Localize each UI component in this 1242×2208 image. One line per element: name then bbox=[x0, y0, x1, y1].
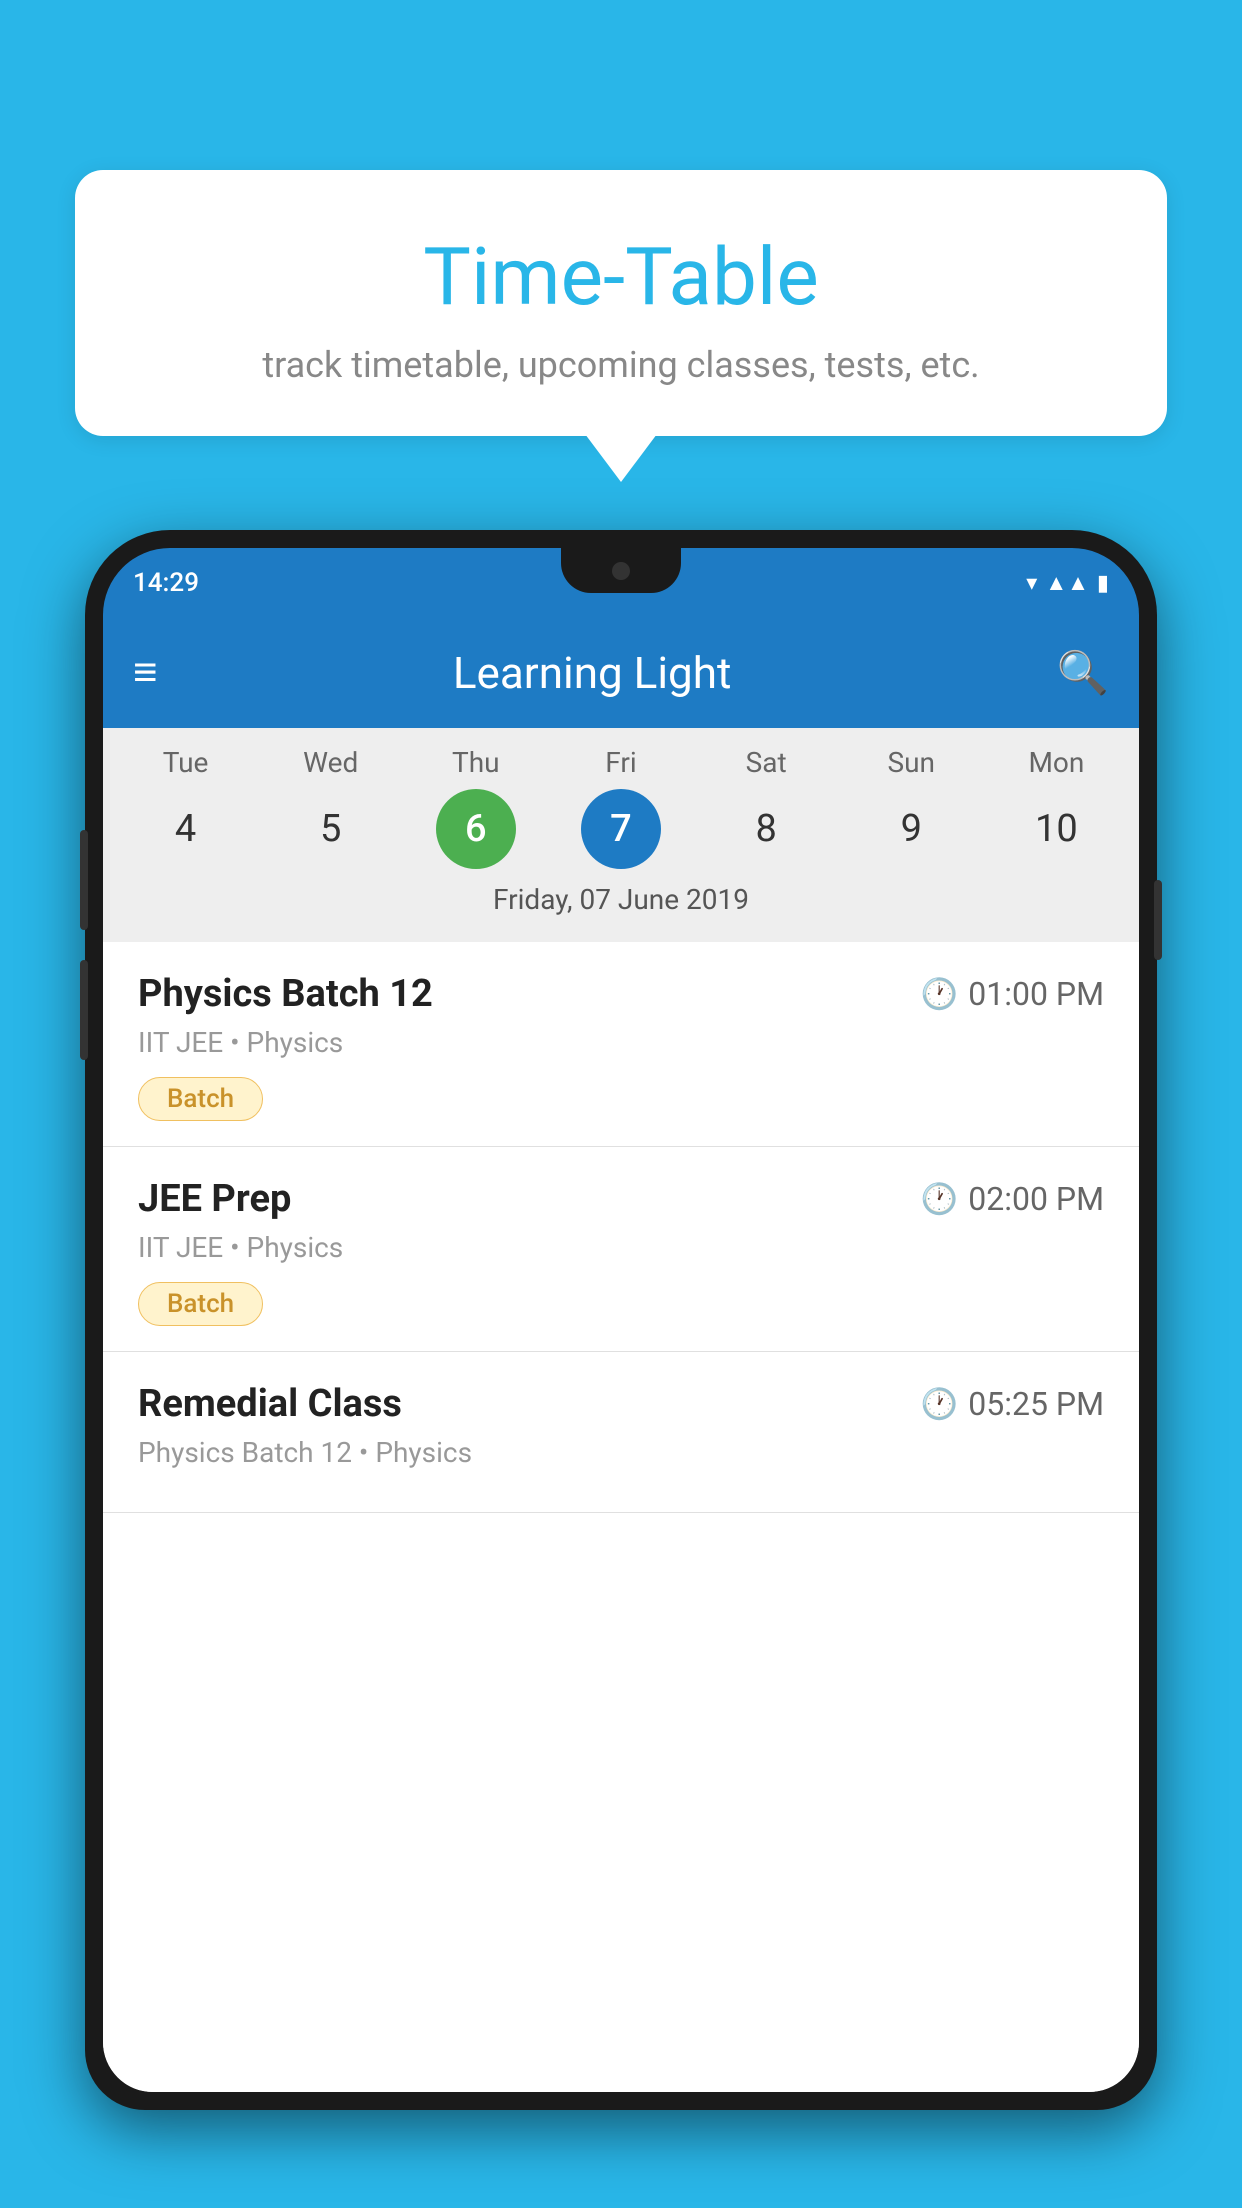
day-9[interactable]: 9 bbox=[871, 789, 951, 869]
day-label-tue: Tue bbox=[146, 746, 226, 779]
day-4[interactable]: 4 bbox=[146, 789, 226, 869]
batch-badge-1: Batch bbox=[138, 1077, 263, 1121]
clock-icon-3: 🕐 bbox=[921, 1387, 958, 1422]
wifi-icon: ▾ bbox=[1026, 571, 1037, 596]
day-6-today[interactable]: 6 bbox=[436, 789, 516, 869]
schedule-item-2-subtitle: IIT JEE • Physics bbox=[138, 1231, 1104, 1264]
search-icon[interactable]: 🔍 bbox=[1057, 649, 1109, 698]
volume-down-button[interactable] bbox=[80, 960, 88, 1060]
day-label-mon: Mon bbox=[1016, 746, 1096, 779]
schedule-item-1-title: Physics Batch 12 bbox=[138, 972, 433, 1016]
schedule-list: Physics Batch 12 🕐 01:00 PM IIT JEE • Ph… bbox=[103, 942, 1139, 2092]
day-8[interactable]: 8 bbox=[726, 789, 806, 869]
signal-icon: ▲▲ bbox=[1045, 570, 1089, 596]
schedule-item-1-header: Physics Batch 12 🕐 01:00 PM bbox=[138, 972, 1104, 1016]
schedule-item-1-subtitle: IIT JEE • Physics bbox=[138, 1026, 1104, 1059]
status-icons: ▾ ▲▲ ▮ bbox=[1026, 570, 1109, 596]
volume-up-button[interactable] bbox=[80, 830, 88, 930]
day-label-sat: Sat bbox=[726, 746, 806, 779]
selected-date-label: Friday, 07 June 2019 bbox=[103, 869, 1139, 932]
day-label-sun: Sun bbox=[871, 746, 951, 779]
schedule-item-2-time: 🕐 02:00 PM bbox=[921, 1180, 1104, 1218]
schedule-item-3-subtitle: Physics Batch 12 • Physics bbox=[138, 1436, 1104, 1469]
schedule-item-2-header: JEE Prep 🕐 02:00 PM bbox=[138, 1177, 1104, 1221]
day-10[interactable]: 10 bbox=[1016, 789, 1096, 869]
app-title: Learning Light bbox=[188, 647, 997, 699]
batch-badge-2: Batch bbox=[138, 1282, 263, 1326]
phone-screen: ≡ Learning Light 🔍 Tue Wed Thu Fri Sat S… bbox=[103, 618, 1139, 2092]
schedule-item-3[interactable]: Remedial Class 🕐 05:25 PM Physics Batch … bbox=[103, 1352, 1139, 1513]
notch bbox=[561, 548, 681, 593]
day-label-fri: Fri bbox=[581, 746, 661, 779]
schedule-item-3-header: Remedial Class 🕐 05:25 PM bbox=[138, 1382, 1104, 1426]
battery-icon: ▮ bbox=[1097, 571, 1109, 596]
status-time: 14:29 bbox=[133, 568, 199, 598]
schedule-item-1[interactable]: Physics Batch 12 🕐 01:00 PM IIT JEE • Ph… bbox=[103, 942, 1139, 1147]
front-camera bbox=[612, 562, 630, 580]
calendar-strip: Tue Wed Thu Fri Sat Sun Mon 4 5 6 7 8 9 … bbox=[103, 728, 1139, 942]
day-label-thu: Thu bbox=[436, 746, 516, 779]
schedule-item-2-title: JEE Prep bbox=[138, 1177, 291, 1221]
day-label-wed: Wed bbox=[291, 746, 371, 779]
day-numbers: 4 5 6 7 8 9 10 bbox=[103, 789, 1139, 869]
schedule-item-1-time: 🕐 01:00 PM bbox=[921, 975, 1104, 1013]
schedule-item-2[interactable]: JEE Prep 🕐 02:00 PM IIT JEE • Physics Ba… bbox=[103, 1147, 1139, 1352]
app-bar: ≡ Learning Light 🔍 bbox=[103, 618, 1139, 728]
clock-icon-2: 🕐 bbox=[921, 1182, 958, 1217]
tooltip-subtitle: track timetable, upcoming classes, tests… bbox=[135, 344, 1107, 386]
day-labels: Tue Wed Thu Fri Sat Sun Mon bbox=[103, 746, 1139, 779]
hamburger-icon[interactable]: ≡ bbox=[133, 652, 158, 694]
tooltip-card: Time-Table track timetable, upcoming cla… bbox=[75, 170, 1167, 436]
clock-icon-1: 🕐 bbox=[921, 977, 958, 1012]
schedule-item-3-title: Remedial Class bbox=[138, 1382, 402, 1426]
tooltip-title: Time-Table bbox=[135, 230, 1107, 324]
phone-mockup: 14:29 ▾ ▲▲ ▮ ≡ Learning Light 🔍 Tue bbox=[85, 530, 1157, 2208]
schedule-item-3-time: 🕐 05:25 PM bbox=[921, 1385, 1104, 1423]
day-7-selected[interactable]: 7 bbox=[581, 789, 661, 869]
day-5[interactable]: 5 bbox=[291, 789, 371, 869]
power-button[interactable] bbox=[1154, 880, 1162, 960]
